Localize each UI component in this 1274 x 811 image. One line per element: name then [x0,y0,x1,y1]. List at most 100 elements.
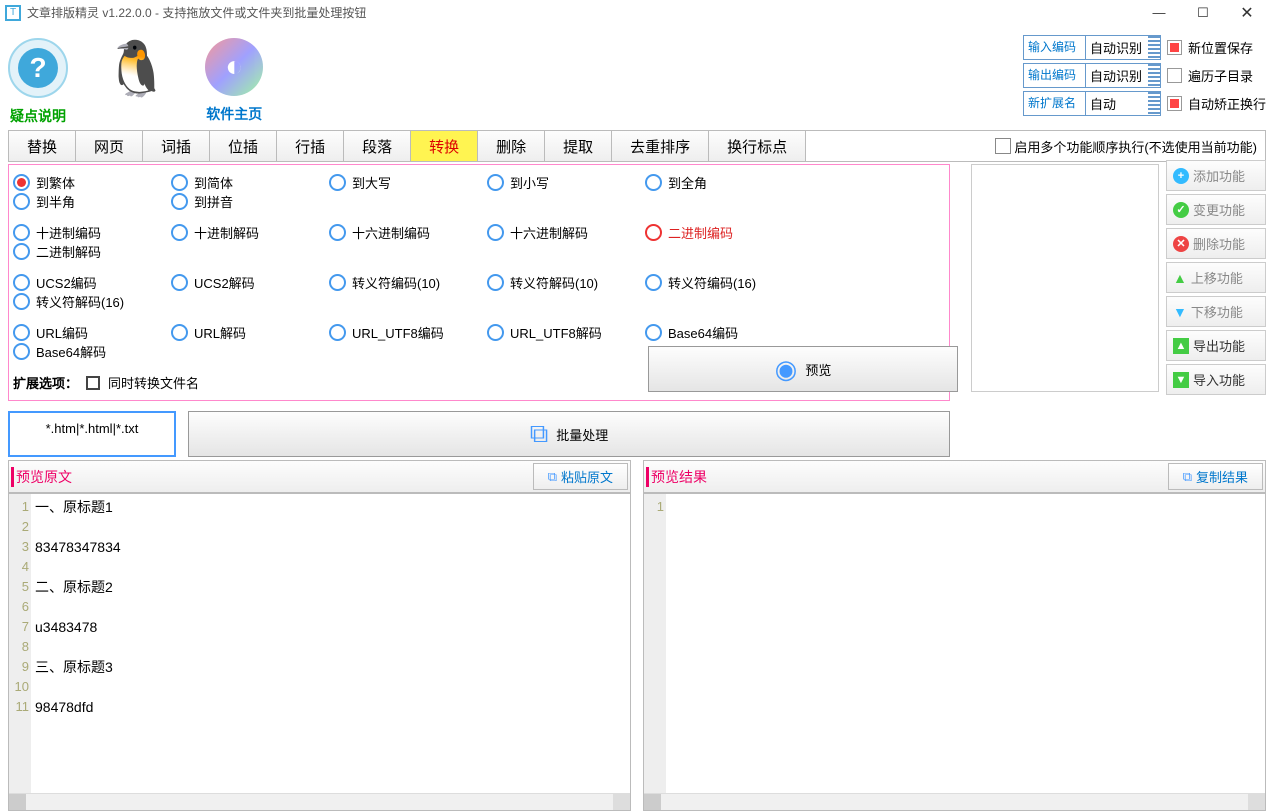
feature-list-panel [971,164,1159,392]
editors: 1234567891011 一、原标题1 83478347834 二、原标题2 … [8,493,1266,811]
radio-icon [13,324,30,341]
radio-icon [487,324,504,341]
radio-option[interactable]: Base64编码 [645,323,803,342]
radio-icon [13,224,30,241]
radio-option[interactable]: 十进制解码 [171,223,329,242]
convert-filename-checkbox[interactable] [86,376,100,390]
radio-option[interactable]: URL_UTF8解码 [487,323,645,342]
result-editor[interactable]: 1 [643,493,1266,811]
radio-option[interactable]: 转义符编码(10) [329,273,487,292]
globe-icon: ◐ [205,38,263,96]
radio-option[interactable]: 二进制编码 [645,223,803,242]
radio-option[interactable]: 到繁体 [13,173,171,192]
source-header: 预览原文 ⧉ 粘贴原文 [8,460,631,493]
radio-icon [13,293,30,310]
new-extension-select[interactable]: 新扩展名 自动 [1023,91,1161,116]
feature-action-button[interactable]: ▼下移功能 [1166,296,1266,327]
right-action-panel: +添加功能✓变更功能✕删除功能▲上移功能▼下移功能▲导出功能▼导入功能 [1166,160,1266,395]
radio-icon [13,174,30,191]
radio-icon [13,274,30,291]
feature-action-button[interactable]: +添加功能 [1166,160,1266,191]
tab-8[interactable]: 提取 [545,131,612,161]
multi-feature-checkbox[interactable] [995,138,1011,154]
editor-content[interactable] [666,494,1265,793]
action-icon: ▲ [1173,338,1189,354]
action-icon: ▼ [1173,372,1189,388]
radio-option[interactable]: 十进制编码 [13,223,171,242]
tab-2[interactable]: 词插 [143,131,210,161]
radio-option[interactable]: 到拼音 [171,192,329,211]
action-icon: ✕ [1173,236,1189,252]
radio-icon [329,174,346,191]
radio-option[interactable]: 到全角 [645,173,803,192]
editor-content[interactable]: 一、原标题1 83478347834 二、原标题2 u3483478 三、原标题… [31,494,630,793]
close-button[interactable]: ✕ [1225,0,1269,25]
radio-option[interactable]: 转义符解码(16) [13,292,171,311]
radio-icon [329,224,346,241]
tab-4[interactable]: 行插 [277,131,344,161]
tab-9[interactable]: 去重排序 [612,131,709,161]
qq-button[interactable]: 🐧 [103,38,170,101]
radio-icon [13,343,30,360]
h-scrollbar[interactable] [9,793,630,810]
radio-icon [171,274,188,291]
tab-0[interactable]: 替换 [9,131,76,161]
subfolder-checkbox[interactable] [1167,68,1182,83]
tab-5[interactable]: 段落 [344,131,411,161]
radio-icon [171,174,188,191]
copy-result-button[interactable]: ⧉ 复制结果 [1168,463,1263,490]
radio-option[interactable]: UCS2编码 [13,273,171,292]
radio-icon [329,274,346,291]
tab-3[interactable]: 位插 [210,131,277,161]
radio-option[interactable]: Base64解码 [13,342,171,361]
radio-option[interactable]: 十六进制编码 [329,223,487,242]
maximize-button[interactable]: ☐ [1181,0,1225,25]
radio-option[interactable]: 到半角 [13,192,171,211]
radio-option[interactable]: 转义符解码(10) [487,273,645,292]
copy-icon: ⧉ [530,418,549,450]
tab-10[interactable]: 换行标点 [709,131,806,161]
auto-newline-checkbox[interactable] [1167,96,1182,111]
radio-icon [13,243,30,260]
radio-option[interactable]: URL编码 [13,323,171,342]
radio-icon [645,324,662,341]
eye-icon: ◉ [775,354,798,385]
radio-option[interactable]: URL解码 [171,323,329,342]
radio-option[interactable]: URL_UTF8编码 [329,323,487,342]
preview-button[interactable]: ◉ 预览 [648,346,958,392]
tab-1[interactable]: 网页 [76,131,143,161]
paste-source-button[interactable]: ⧉ 粘贴原文 [533,463,628,490]
help-button[interactable]: ? 疑点说明 [8,38,68,126]
input-encoding-select[interactable]: 输入编码 自动识别 [1023,35,1161,60]
radio-option[interactable]: 十六进制解码 [487,223,645,242]
radio-icon [487,224,504,241]
radio-option[interactable]: 二进制解码 [13,242,171,261]
gutter: 1 [644,494,666,793]
batch-process-button[interactable]: ⧉ 批量处理 [188,411,950,457]
new-location-checkbox[interactable] [1167,40,1182,55]
feature-action-button[interactable]: ▼导入功能 [1166,364,1266,395]
feature-action-button[interactable]: ✕删除功能 [1166,228,1266,259]
radio-option[interactable]: 到小写 [487,173,645,192]
radio-option[interactable]: 到简体 [171,173,329,192]
homepage-label: 软件主页 [206,104,262,124]
radio-option[interactable]: 转义符编码(16) [645,273,803,292]
output-encoding-select[interactable]: 输出编码 自动识别 [1023,63,1161,88]
radio-icon [487,274,504,291]
toolbar: ? 疑点说明 🐧 ◐ 软件主页 输入编码 自动识别 新位置保存 输出编码 自动识… [0,25,1274,130]
file-filter-input[interactable]: *.htm|*.html|*.txt [8,411,176,457]
tab-7[interactable]: 删除 [478,131,545,161]
feature-action-button[interactable]: ▲上移功能 [1166,262,1266,293]
feature-action-button[interactable]: ▲导出功能 [1166,330,1266,361]
radio-icon [487,174,504,191]
tab-6[interactable]: 转换 [411,131,478,161]
homepage-button[interactable]: ◐ 软件主页 [205,38,263,124]
radio-option[interactable]: UCS2解码 [171,273,329,292]
h-scrollbar[interactable] [644,793,1265,810]
minimize-button[interactable]: — [1137,0,1181,25]
feature-action-button[interactable]: ✓变更功能 [1166,194,1266,225]
radio-option[interactable]: 到大写 [329,173,487,192]
radio-icon [329,324,346,341]
radio-icon [171,224,188,241]
source-editor[interactable]: 1234567891011 一、原标题1 83478347834 二、原标题2 … [8,493,631,811]
